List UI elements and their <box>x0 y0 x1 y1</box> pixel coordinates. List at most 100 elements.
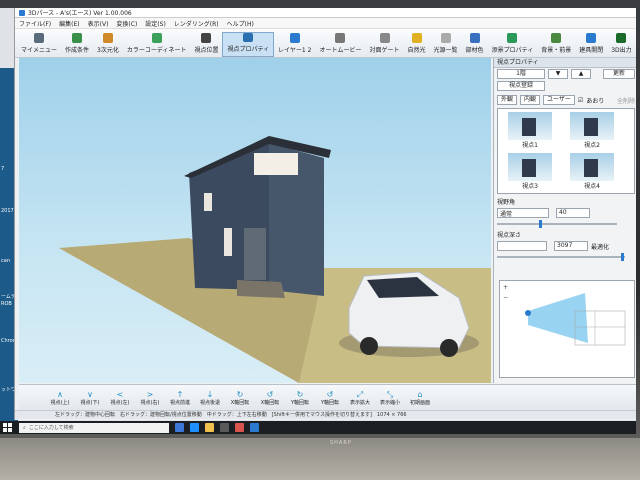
toolbar-button[interactable]: 添景プロパティ <box>488 32 538 57</box>
nav-arrow-icon: ∧ <box>57 390 63 399</box>
desk <box>0 438 640 480</box>
tab-interior[interactable]: 内観 <box>520 95 541 105</box>
tilt-checkbox[interactable]: ☑ <box>578 97 583 104</box>
nav-button[interactable]: ⌂ 初期画面 <box>405 390 435 406</box>
floor-select[interactable]: 1階 <box>497 69 545 79</box>
depth-value-input[interactable]: 3097 <box>554 241 588 251</box>
depth-slider[interactable] <box>497 253 625 261</box>
fov-slider[interactable] <box>497 220 617 228</box>
register-viewpoint-button[interactable]: 視点登録 <box>497 81 545 91</box>
camera-properties-icon <box>243 33 254 42</box>
taskbar-search-box[interactable]: ⌕ ここに入力して検索 <box>19 422 169 433</box>
store-icon[interactable] <box>220 423 229 432</box>
toolbar-button-label: 光源一覧 <box>433 47 458 54</box>
toolbar-button[interactable]: 自然光 <box>404 32 430 57</box>
toolbar-button[interactable]: 光源一覧 <box>430 32 462 57</box>
zoom-plus-icon: + <box>503 284 508 291</box>
nav-button[interactable]: ↺ Y軸回転 <box>315 390 345 406</box>
thumbnail-viewpoint[interactable]: 視点3 <box>502 153 558 191</box>
door-open-icon <box>586 33 597 43</box>
menu-rendering[interactable]: レンダリング(R) <box>174 19 219 28</box>
toolbar-button[interactable]: オートムービー <box>315 32 365 57</box>
menu-edit[interactable]: 編集(E) <box>59 19 79 28</box>
fov-mode-select[interactable]: 通常 <box>497 208 549 218</box>
3d-convert-icon <box>102 33 113 43</box>
nav-button[interactable]: ↑ 視点前進 <box>165 390 195 406</box>
3d-viewport[interactable] <box>19 58 491 383</box>
floor-down-button[interactable]: ▼ <box>548 69 568 79</box>
nav-button[interactable]: > 視点(右) <box>135 390 165 406</box>
tab-user[interactable]: ユーザー <box>543 95 575 105</box>
menu-settings[interactable]: 設定(S) <box>145 19 166 28</box>
nav-arrow-icon: ⤡ <box>386 389 394 399</box>
toolbar-button[interactable]: レイヤー1 2 <box>274 32 315 57</box>
viewpoint-properties-panel: 視点プロパティ 1階 ▼ ▲ 更新 視点登録 外観 内観 ユーザー ☑ あおり … <box>493 58 636 383</box>
file-explorer-icon[interactable] <box>205 423 214 432</box>
thumbnail-viewpoint[interactable]: 視点4 <box>564 153 620 191</box>
toolbar-button[interactable]: マイメニュー <box>17 32 61 57</box>
toolbar-button-label: マイメニュー <box>21 47 58 54</box>
nav-button-label: X軸回転 <box>260 400 280 406</box>
nav-button[interactable]: ↻ Y軸回転 <box>285 390 315 406</box>
toolbar-button[interactable]: 部材色 <box>462 32 488 57</box>
desktop-label[interactable]: 7 <box>1 166 4 172</box>
menu-convert[interactable]: 変換(C) <box>116 19 137 28</box>
toolbar-button[interactable]: 対面ゲート <box>366 32 404 57</box>
toolbar-button-label: 自然光 <box>407 47 426 54</box>
nav-button[interactable]: ⤢ 表示拡大 <box>345 390 375 407</box>
toolbar-button[interactable]: カラーコーディネート <box>123 32 191 57</box>
nav-button-label: 視点後退 <box>199 400 220 406</box>
3d-output-icon <box>616 33 627 43</box>
nav-arrow-icon: ∨ <box>87 390 93 399</box>
nav-button[interactable]: ∨ 視点(下) <box>75 390 105 406</box>
update-button[interactable]: 更新 <box>603 69 635 79</box>
toolbar-button[interactable]: 作成条件 <box>61 32 93 57</box>
3d-app-icon[interactable] <box>250 423 259 432</box>
thumbnail-viewpoint[interactable]: 視点2 <box>564 112 620 150</box>
nav-arrow-icon: < <box>116 390 124 399</box>
toolbar-button[interactable]: 3D出力 <box>607 32 635 57</box>
menu-help[interactable]: ヘルプ(H) <box>227 19 254 28</box>
menu-file[interactable]: ファイル(F) <box>19 19 51 28</box>
color-coordinate-icon <box>151 33 162 43</box>
toolbar-button-label: 建具開閉 <box>579 47 604 54</box>
desktop-label[interactable]: can <box>1 258 10 264</box>
status-bar: 左ドラッグ：建物中心回転 右ドラッグ：建物回転/視点位置移動 中ドラッグ：上下左… <box>15 410 636 419</box>
nav-button-label: 表示縮小 <box>379 400 400 406</box>
tab-exterior[interactable]: 外観 <box>497 95 518 105</box>
toolbar-button[interactable]: 3次元化 <box>93 32 123 57</box>
nav-button-label: 表示拡大 <box>349 400 370 406</box>
desktop-label[interactable]: ROB <box>1 301 12 307</box>
delete-all-button[interactable]: 全削除 <box>617 96 635 105</box>
nav-button[interactable]: ↓ 視点後退 <box>195 390 225 406</box>
entrance-steps <box>237 280 285 298</box>
nav-arrow-icon: ↻ <box>296 390 304 399</box>
title-bar: 3Dパース - A's(エース) Ver 1.00.006 <box>15 8 636 18</box>
depth-mode-select[interactable] <box>497 241 547 251</box>
nav-button[interactable]: ↺ X軸回転 <box>255 390 285 406</box>
menu-view[interactable]: 表示(V) <box>88 19 109 28</box>
app-icon[interactable] <box>235 423 244 432</box>
windows-start-icon[interactable] <box>3 423 15 433</box>
nav-button[interactable]: ⤡ 表示縮小 <box>375 389 405 407</box>
thumbnail-viewpoint[interactable]: 視点1 <box>502 112 558 150</box>
nav-button[interactable]: < 視点(左) <box>105 390 135 406</box>
navigation-bar: ∧ 視点(上) ∨ 視点(下) < 視点(左) > 視点(右) ↑ 視点前進 ↓ 視点後退 ↻ X軸回転 ↺… <box>19 384 636 411</box>
plan-minimap[interactable]: + − <box>499 280 635 378</box>
task-view-icon[interactable] <box>175 423 184 432</box>
toolbar-button[interactable]: 背景・前景 <box>537 32 575 57</box>
floor-up-button[interactable]: ▲ <box>571 69 591 79</box>
camera-icon <box>201 33 212 43</box>
toolbar-button[interactable]: 視点位置 <box>190 32 222 57</box>
nav-button[interactable]: ∧ 視点(上) <box>45 390 75 406</box>
nav-arrow-icon: ↻ <box>236 390 244 399</box>
toolbar-button[interactable]: 視点プロパティ <box>222 32 275 57</box>
nav-button-label: 視点(上) <box>50 400 70 406</box>
toolbar-button[interactable]: 建具開閉 <box>575 32 607 57</box>
fov-value-input[interactable]: 40 <box>556 208 590 218</box>
nav-button[interactable]: ↻ X軸回転 <box>225 390 255 406</box>
edge-browser-icon[interactable] <box>190 423 199 432</box>
desktop-label[interactable]: 2017 <box>1 208 14 214</box>
material-color-icon <box>469 33 480 43</box>
search-icon: ⌕ <box>23 424 26 431</box>
